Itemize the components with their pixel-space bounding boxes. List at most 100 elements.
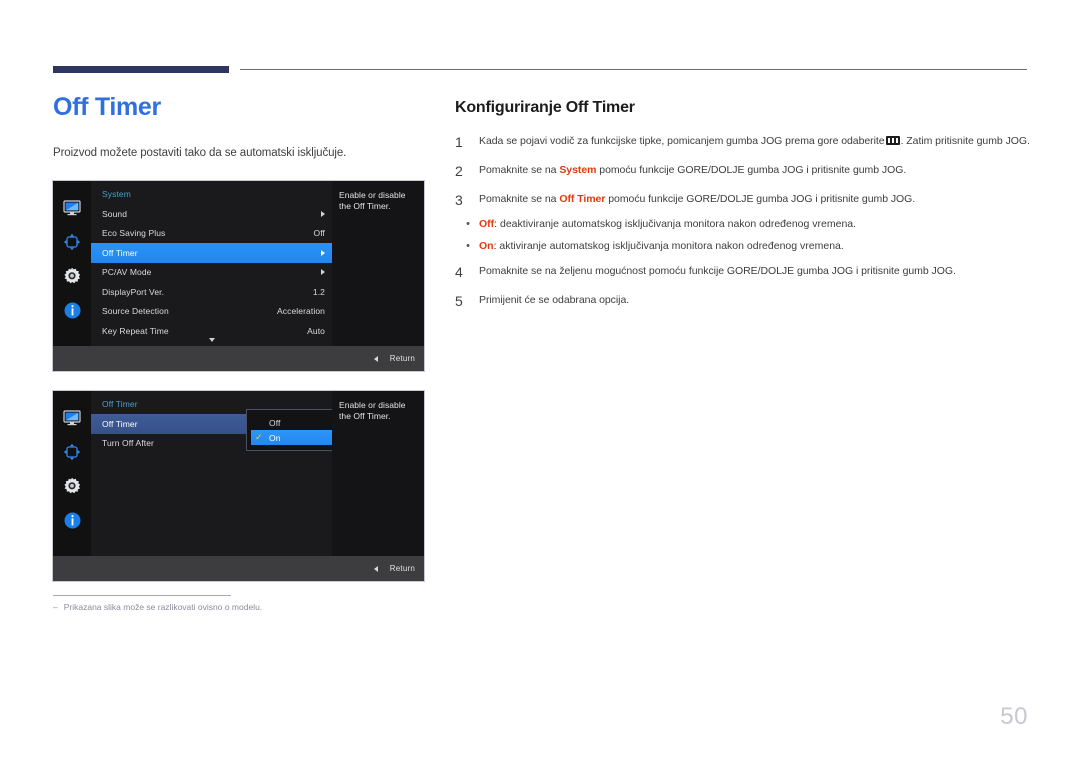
step-2-text-after: pomoću funkcije GORE/DOLJE gumba JOG i p… bbox=[599, 164, 907, 176]
footnote-text: Prikazana slika može se razlikovati ovis… bbox=[63, 602, 263, 612]
step-number: 1 bbox=[455, 134, 463, 150]
osd1-row-source-detection[interactable]: Source Detection Acceleration bbox=[91, 302, 332, 322]
bullet-dot: • bbox=[466, 218, 470, 230]
step-number: 2 bbox=[455, 163, 463, 179]
footnote-dash: – bbox=[53, 602, 58, 612]
osd1-row-eco-saving-plus[interactable]: Eco Saving Plus Off bbox=[91, 224, 332, 244]
footnote-rule bbox=[53, 595, 231, 596]
bullet-text: On: aktiviranje automatskog isključivanj… bbox=[479, 239, 1030, 253]
osd-screenshot-system-menu: System Sound Eco Saving Plus Off Off Tim… bbox=[53, 181, 424, 371]
bullet-text: Off: deaktiviranje automatskog isključiv… bbox=[479, 217, 1030, 231]
row-value: 1.2 bbox=[312, 286, 325, 297]
section-title: Konfiguriranje Off Timer bbox=[455, 99, 635, 116]
osd2-help-line2: the Off Timer. bbox=[339, 411, 391, 422]
chevron-right-icon bbox=[321, 269, 325, 276]
option-label: On bbox=[269, 432, 281, 443]
osd1-menu-title: System bbox=[102, 189, 131, 199]
step-1-text-after: . Zatim pritisnite gumb JOG. bbox=[900, 135, 1030, 147]
osd1-sidebar bbox=[53, 181, 91, 346]
osd1-row-pc-av-mode[interactable]: PC/AV Mode bbox=[91, 263, 332, 283]
step-number: 3 bbox=[455, 192, 463, 208]
step-1-text-before: Kada se pojavi vodič za funkcijske tipke… bbox=[479, 135, 885, 147]
move-arrows-icon[interactable] bbox=[62, 442, 82, 462]
step-text: Kada se pojavi vodič za funkcijske tipke… bbox=[479, 134, 1030, 148]
row-label: PC/AV Mode bbox=[102, 267, 152, 278]
check-icon: ✓ bbox=[255, 432, 263, 442]
bullet-on-highlight: On bbox=[479, 239, 494, 252]
osd1-footer: Return bbox=[53, 346, 424, 371]
osd1-help-panel: Enable or disable the Off Timer. bbox=[332, 181, 424, 346]
chevron-right-icon bbox=[321, 249, 325, 256]
step-2: 2 Pomaknite se na System pomoću funkcije… bbox=[455, 163, 1030, 178]
header-rule-accent bbox=[53, 66, 229, 73]
scroll-down-icon[interactable] bbox=[208, 338, 215, 342]
osd1-help-line1: Enable or disable bbox=[339, 190, 406, 200]
bullet-off-text: : deaktiviranje automatskog isključivanj… bbox=[494, 218, 857, 230]
option-label: Off bbox=[269, 417, 281, 428]
bullet-on-text: : aktiviranje automatskog isključivanja … bbox=[493, 239, 844, 252]
option-bullets: • Off: deaktiviranje automatskog isključ… bbox=[455, 217, 1030, 254]
osd1-body: System Sound Eco Saving Plus Off Off Tim… bbox=[53, 181, 424, 346]
row-label: Source Detection bbox=[102, 306, 169, 317]
osd1-row-sound[interactable]: Sound bbox=[91, 204, 332, 224]
row-label: Sound bbox=[102, 208, 128, 219]
step-number: 4 bbox=[455, 263, 463, 280]
step-1: 1 Kada se pojavi vodič za funkcijske tip… bbox=[455, 134, 1030, 149]
osd2-return-label[interactable]: Return bbox=[390, 564, 415, 573]
osd1-return-label[interactable]: Return bbox=[390, 354, 415, 363]
step-3: 3 Pomaknite se na Off Timer pomoću funkc… bbox=[455, 192, 1030, 207]
row-label: DisplayPort Ver. bbox=[102, 286, 165, 297]
osd2-footer: Return bbox=[53, 556, 424, 581]
move-arrows-icon[interactable] bbox=[62, 232, 82, 252]
monitor-icon[interactable] bbox=[62, 198, 82, 218]
bullet-off: • Off: deaktiviranje automatskog isključ… bbox=[455, 217, 1030, 232]
osd2-menu-list: Off Timer Off Timer Turn Off After Off ✓… bbox=[91, 391, 368, 556]
monitor-icon[interactable] bbox=[62, 408, 82, 428]
bullet-dot: • bbox=[466, 239, 470, 252]
step-4: 4 Pomaknite se na željenu mogućnost pomo… bbox=[455, 264, 1030, 279]
row-label: Key Repeat Time bbox=[102, 325, 169, 336]
row-value: Auto bbox=[307, 325, 325, 336]
bullet-on: • On: aktiviranje automatskog isključiva… bbox=[455, 239, 1030, 254]
osd-screenshot-off-timer-menu: Off Timer Off Timer Turn Off After Off ✓… bbox=[53, 391, 424, 581]
page-title: Off Timer bbox=[53, 93, 161, 121]
page-intro-text: Proizvod možete postaviti tako da se aut… bbox=[53, 147, 347, 159]
step-text: Pomaknite se na željenu mogućnost pomoću… bbox=[479, 264, 956, 277]
osd1-row-off-timer[interactable]: Off Timer bbox=[91, 243, 332, 263]
chevron-right-icon bbox=[321, 210, 325, 217]
right-column: Konfiguriranje Off Timer 1 Kada se pojav… bbox=[455, 99, 1030, 322]
step-2-text-before: Pomaknite se na bbox=[479, 164, 557, 176]
step-3-highlight: Off Timer bbox=[559, 193, 606, 205]
step-text: Pomaknite se na System pomoću funkcije G… bbox=[479, 163, 1030, 177]
row-label: Off Timer bbox=[102, 247, 138, 258]
gear-icon[interactable] bbox=[62, 476, 82, 496]
osd1-row-displayport-ver[interactable]: DisplayPort Ver. 1.2 bbox=[91, 282, 332, 302]
page-number: 50 bbox=[1000, 703, 1028, 730]
osd2-help-line1: Enable or disable bbox=[339, 400, 406, 410]
info-icon[interactable] bbox=[62, 510, 82, 530]
row-label: Eco Saving Plus bbox=[102, 228, 166, 239]
back-arrow-icon[interactable] bbox=[373, 355, 378, 362]
row-value: Acceleration bbox=[277, 306, 325, 317]
left-column: Off Timer Proizvod možete postaviti tako… bbox=[53, 92, 433, 159]
step-3-text-after: pomoću funkcije GORE/DOLJE gumba JOG i p… bbox=[608, 193, 916, 205]
row-value: Off bbox=[313, 228, 325, 239]
osd2-sidebar bbox=[53, 391, 91, 556]
info-icon[interactable] bbox=[62, 300, 82, 320]
menu-glyph-icon bbox=[885, 136, 900, 145]
osd2-body: Off Timer Off Timer Turn Off After Off ✓… bbox=[53, 391, 424, 556]
step-text: Primijenit će se odabrana opcija. bbox=[479, 293, 630, 306]
back-arrow-icon[interactable] bbox=[373, 565, 378, 572]
osd1-help-line2: the Off Timer. bbox=[339, 201, 391, 212]
step-5: 5 Primijenit će se odabrana opcija. bbox=[455, 293, 1030, 308]
step-3-text-before: Pomaknite se na bbox=[479, 193, 557, 205]
header-rule-line bbox=[240, 69, 1027, 70]
step-text: Pomaknite se na Off Timer pomoću funkcij… bbox=[479, 192, 1030, 206]
gear-icon[interactable] bbox=[62, 266, 82, 286]
bullet-off-highlight: Off bbox=[479, 218, 495, 230]
step-number: 5 bbox=[455, 292, 463, 309]
footnote: – Prikazana slika može se razlikovati ov… bbox=[53, 602, 473, 612]
osd1-menu-list: System Sound Eco Saving Plus Off Off Tim… bbox=[91, 181, 332, 346]
step-2-highlight: System bbox=[559, 164, 597, 176]
osd2-help-panel: Enable or disable the Off Timer. bbox=[332, 391, 424, 556]
